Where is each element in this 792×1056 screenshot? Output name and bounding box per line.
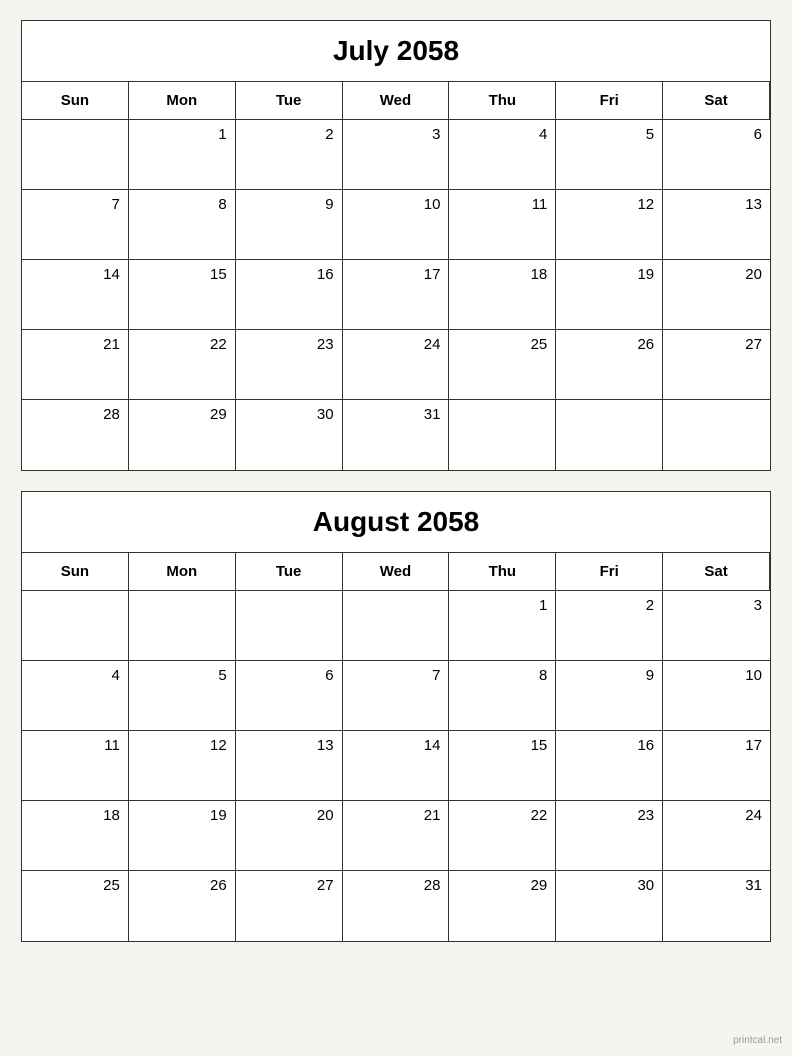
day-header: Thu (449, 553, 556, 591)
day-cell: 30 (556, 871, 663, 941)
day-cell (22, 591, 129, 661)
july-grid: SunMonTueWedThuFriSat1234567891011121314… (22, 82, 770, 470)
day-cell: 19 (129, 801, 236, 871)
day-cell: 27 (663, 330, 770, 400)
day-cell: 23 (236, 330, 343, 400)
day-cell: 25 (449, 330, 556, 400)
day-cell: 17 (663, 731, 770, 801)
day-cell: 25 (22, 871, 129, 941)
day-cell: 17 (343, 260, 450, 330)
day-cell: 14 (22, 260, 129, 330)
day-cell (449, 400, 556, 470)
day-cell: 11 (22, 731, 129, 801)
day-cell: 24 (343, 330, 450, 400)
watermark: printcal.net (733, 1035, 782, 1046)
day-cell (22, 120, 129, 190)
day-cell: 21 (22, 330, 129, 400)
day-cell (343, 591, 450, 661)
day-cell: 6 (663, 120, 770, 190)
august-title: August 2058 (22, 492, 770, 553)
day-cell: 29 (449, 871, 556, 941)
day-cell: 28 (22, 400, 129, 470)
day-cell: 5 (129, 661, 236, 731)
day-header: Sun (22, 553, 129, 591)
day-cell: 4 (449, 120, 556, 190)
day-cell: 18 (449, 260, 556, 330)
day-cell: 9 (236, 190, 343, 260)
day-cell (663, 400, 770, 470)
day-cell: 4 (22, 661, 129, 731)
day-cell: 27 (236, 871, 343, 941)
day-header: Sun (22, 82, 129, 120)
day-cell: 12 (556, 190, 663, 260)
day-cell: 28 (343, 871, 450, 941)
day-cell: 2 (236, 120, 343, 190)
day-cell: 5 (556, 120, 663, 190)
day-cell (236, 591, 343, 661)
day-cell: 2 (556, 591, 663, 661)
day-cell: 30 (236, 400, 343, 470)
day-cell: 20 (663, 260, 770, 330)
day-cell: 13 (236, 731, 343, 801)
day-cell (556, 400, 663, 470)
day-cell: 20 (236, 801, 343, 871)
day-cell: 24 (663, 801, 770, 871)
day-cell: 8 (129, 190, 236, 260)
day-cell: 7 (343, 661, 450, 731)
day-header: Thu (449, 82, 556, 120)
day-cell: 16 (556, 731, 663, 801)
day-cell: 26 (556, 330, 663, 400)
day-header: Sat (663, 82, 770, 120)
day-cell: 15 (129, 260, 236, 330)
day-cell: 26 (129, 871, 236, 941)
day-cell: 31 (663, 871, 770, 941)
day-cell: 21 (343, 801, 450, 871)
day-header: Tue (236, 553, 343, 591)
day-header: Tue (236, 82, 343, 120)
day-cell: 14 (343, 731, 450, 801)
day-header: Mon (129, 553, 236, 591)
day-cell: 10 (343, 190, 450, 260)
day-cell: 19 (556, 260, 663, 330)
day-cell: 15 (449, 731, 556, 801)
day-header: Mon (129, 82, 236, 120)
august-calendar: August 2058 SunMonTueWedThuFriSat1234567… (21, 491, 771, 942)
august-grid: SunMonTueWedThuFriSat1234567891011121314… (22, 553, 770, 941)
day-cell: 11 (449, 190, 556, 260)
day-cell: 1 (129, 120, 236, 190)
day-header: Sat (663, 553, 770, 591)
day-header: Wed (343, 553, 450, 591)
day-cell: 22 (449, 801, 556, 871)
day-cell (129, 591, 236, 661)
day-header: Wed (343, 82, 450, 120)
day-cell: 18 (22, 801, 129, 871)
day-cell: 9 (556, 661, 663, 731)
day-cell: 23 (556, 801, 663, 871)
day-cell: 29 (129, 400, 236, 470)
day-cell: 16 (236, 260, 343, 330)
day-cell: 13 (663, 190, 770, 260)
july-title: July 2058 (22, 21, 770, 82)
july-calendar: July 2058 SunMonTueWedThuFriSat123456789… (21, 20, 771, 471)
day-cell: 12 (129, 731, 236, 801)
day-cell: 1 (449, 591, 556, 661)
day-cell: 6 (236, 661, 343, 731)
day-header: Fri (556, 82, 663, 120)
day-cell: 10 (663, 661, 770, 731)
day-cell: 3 (343, 120, 450, 190)
day-cell: 22 (129, 330, 236, 400)
day-cell: 7 (22, 190, 129, 260)
day-cell: 3 (663, 591, 770, 661)
day-cell: 31 (343, 400, 450, 470)
day-header: Fri (556, 553, 663, 591)
day-cell: 8 (449, 661, 556, 731)
